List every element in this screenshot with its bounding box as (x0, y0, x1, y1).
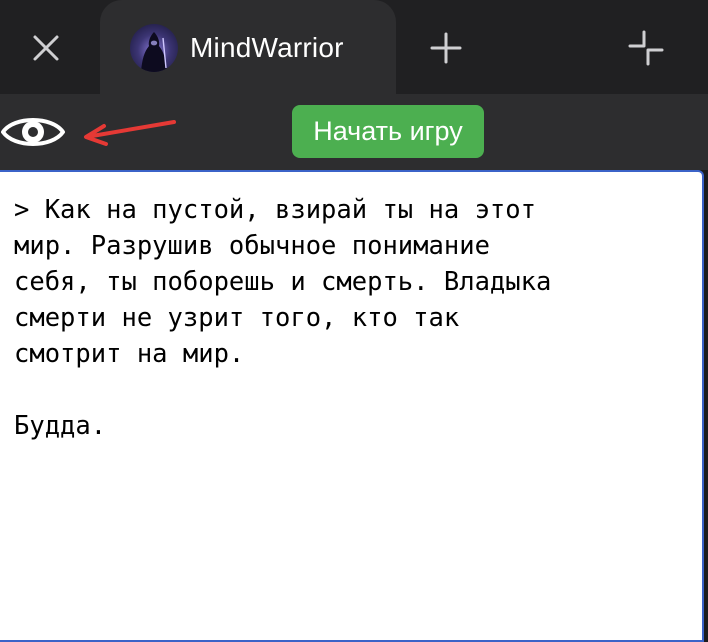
tab-title: MindWarrior (190, 32, 344, 63)
annotation-arrow-icon (84, 120, 176, 146)
collapse-icon (628, 30, 664, 66)
close-tab-button[interactable] (22, 26, 70, 70)
collapse-button[interactable] (622, 26, 670, 70)
warrior-avatar-icon (130, 24, 178, 72)
close-icon (33, 35, 59, 61)
eye-icon (1, 118, 65, 146)
new-tab-button[interactable] (422, 26, 470, 70)
start-game-button[interactable]: Начать игру (292, 105, 484, 158)
plus-icon (430, 32, 462, 64)
eye-button[interactable] (0, 112, 66, 152)
quote-text: > Как на пустой, взирай ты на этот мир. … (14, 195, 552, 441)
